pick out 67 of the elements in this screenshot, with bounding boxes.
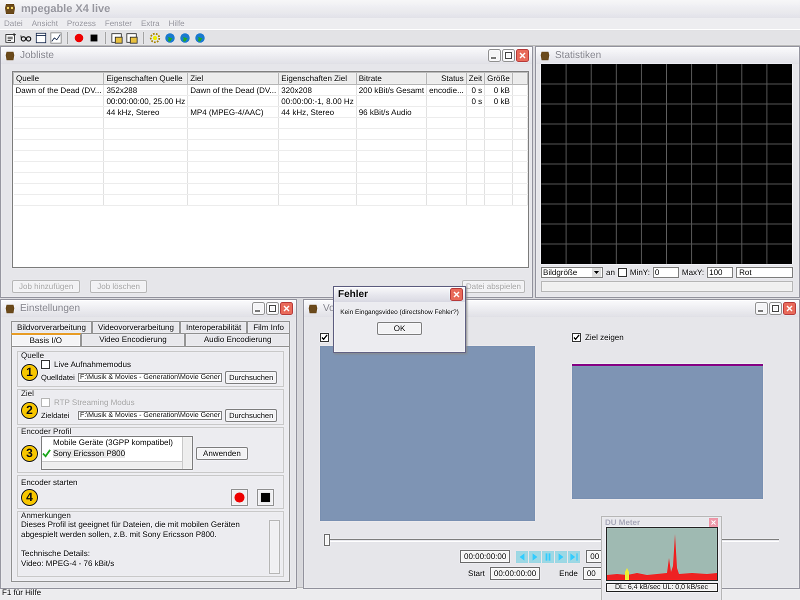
color-field[interactable]: Rot (736, 267, 793, 278)
note-text: Dieses Profil ist geeignet für Dateien, die mit mobilen Geräten abgespielt werden sollen, z.B. mit Sony Ericsson P800. (21, 520, 241, 540)
time-field[interactable]: 00:00:00:00 (460, 550, 510, 563)
checkbox-label: RTP Streaming Modus (54, 398, 135, 407)
tab[interactable]: Film Info (247, 321, 290, 333)
table-cell: MP4 (MPEG-4/AAC) (190, 108, 264, 116)
column-header[interactable]: Status (426, 72, 466, 84)
group-label: Anmerkungen (21, 511, 72, 520)
app-title: mpegable X4 live (21, 3, 110, 15)
window-title: Einstellungen (20, 303, 82, 314)
list-item[interactable]: Sony Ericsson P800 (53, 449, 126, 458)
table-cell: 0 kB (494, 86, 510, 94)
table-cell: 44 kHz, Stereo (281, 108, 334, 116)
start-time-field[interactable]: 00:00:00:00 (490, 567, 540, 580)
note-text: Technische Details: (21, 549, 91, 559)
min-y-field[interactable]: 0 (652, 267, 679, 278)
list-item[interactable]: Mobile Geräte (3GPP kompatibel) (53, 438, 173, 447)
window-title: Jobliste (20, 50, 55, 61)
table-cell: encodie... (429, 86, 464, 94)
window-title: Statistiken (555, 50, 602, 61)
meter-title: DU Meter (605, 518, 640, 527)
max-y-field[interactable]: 100 (707, 267, 734, 278)
tab[interactable]: Bildvorverarbeitung (11, 321, 92, 333)
tab[interactable]: Basis I/O (11, 333, 81, 346)
table-cell: 352x288 (106, 86, 138, 94)
table-cell: 0 kB (494, 96, 510, 106)
table-cell: 0 s (471, 96, 482, 106)
ok-button[interactable]: OK (377, 322, 422, 335)
end-label: Ende (559, 569, 578, 578)
column-header[interactable]: Ziel (188, 72, 279, 84)
apply-button[interactable]: Anwenden (196, 446, 248, 460)
table-cell: Dawn of the Dead (DV... (16, 86, 102, 94)
column-header[interactable]: Eigenschaften Ziel (278, 72, 356, 84)
group-label: Ziel (21, 389, 35, 398)
step-number: 1 (21, 364, 38, 380)
series-dropdown[interactable]: Bildgröße (541, 267, 603, 278)
tab[interactable]: Interoperabilität (180, 321, 248, 333)
column-header[interactable]: Größe (484, 72, 512, 84)
column-header[interactable]: Zeit (466, 72, 485, 84)
dialog-title: Fehler (338, 289, 368, 300)
step-number: 3 (21, 444, 38, 462)
table-cell: 320x208 (281, 86, 312, 94)
max-y-label: MaxY: (682, 268, 704, 277)
table-cell: 00:00:00:00, 25.00 Hz (106, 96, 186, 106)
column-header[interactable]: Bitrate (356, 72, 427, 84)
column-header[interactable]: Eigenschaften Quelle (104, 72, 188, 84)
note-text: Video: MPEG-4 - 76 kBit/s (21, 559, 116, 569)
on-label: an (606, 268, 615, 277)
tab[interactable]: Audio Encodierung (185, 333, 290, 346)
step-number: 4 (21, 489, 38, 506)
checkbox-label: Ziel zeigen (585, 333, 624, 342)
table-cell: 96 kBit/s Audio (358, 108, 412, 116)
group-label: Encoder starten (21, 478, 78, 487)
group-label: Quelle (21, 351, 46, 360)
table-cell: Dawn of the Dead (DV... (190, 86, 276, 94)
min-y-label: MinY: (630, 268, 650, 277)
step-number: 2 (21, 402, 38, 418)
table-cell: 00:00:00:-1, 8.00 Hz (281, 96, 354, 106)
tab[interactable]: Videovorverarbeitung (92, 321, 180, 333)
table-cell: 0 s (471, 86, 482, 94)
start-label: Start (468, 569, 485, 578)
table-cell: 200 kBit/s Gesamt (358, 86, 424, 94)
group-label: Encoder Profil (21, 427, 72, 436)
checkbox-label: Live Aufnahmemodus (54, 360, 131, 369)
column-header[interactable]: Quelle (14, 72, 104, 84)
tab[interactable]: Video Encodierung (80, 333, 186, 346)
table-cell: 44 kHz, Stereo (106, 108, 160, 116)
